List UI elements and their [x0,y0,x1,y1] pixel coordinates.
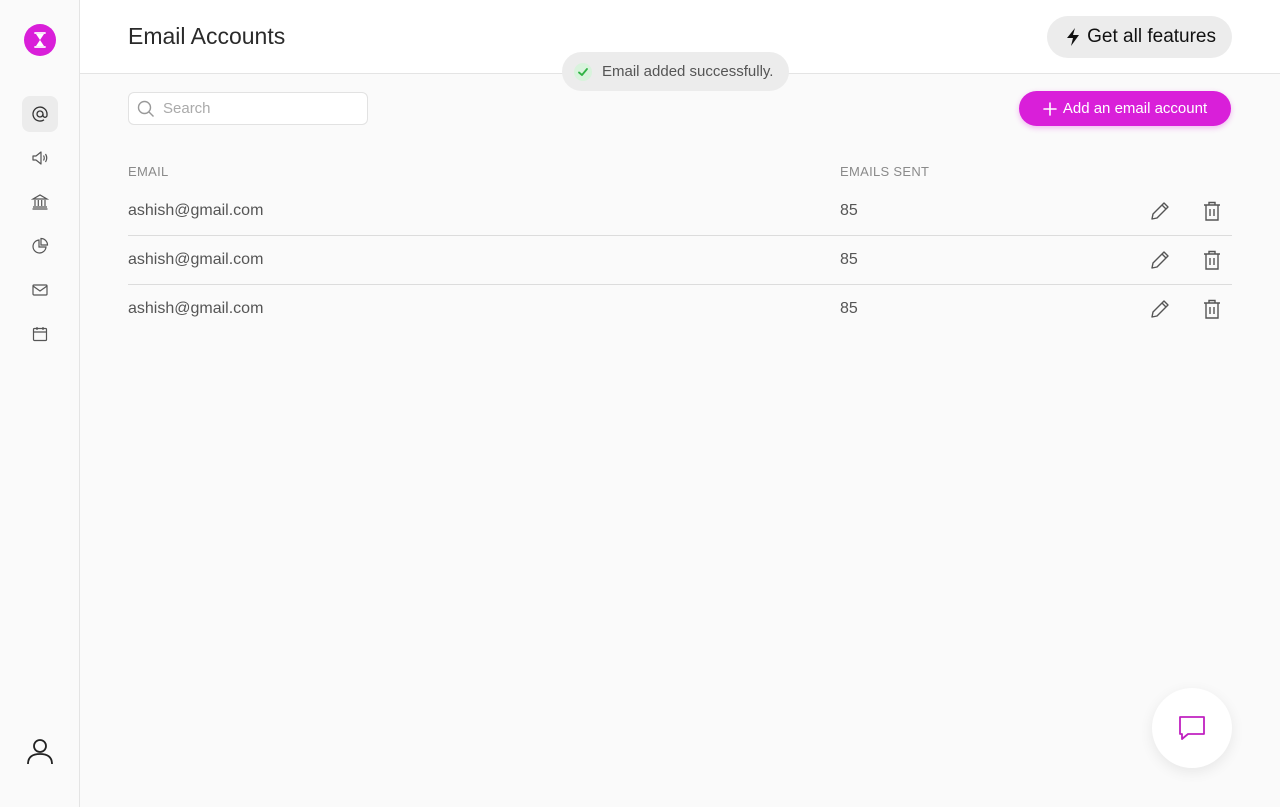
bank-icon [31,194,49,210]
trash-icon [1204,201,1220,221]
page-title: Email Accounts [128,23,286,49]
search-icon [137,100,154,117]
emails-sent-cell: 85 [840,300,858,317]
delete-button[interactable] [1200,199,1224,223]
nav-item-campaigns[interactable] [22,140,58,176]
email-cell: ashish@gmail.com [128,300,264,317]
edit-button[interactable] [1148,199,1172,223]
sidebar [0,0,80,807]
delete-button[interactable] [1200,248,1224,272]
table-row: ashish@gmail.com 85 [128,187,1232,236]
trash-icon [1204,250,1220,270]
calendar-icon [32,327,48,342]
chat-icon [1179,716,1205,740]
app-logo[interactable] [24,24,56,56]
user-icon [27,739,53,765]
get-all-features-label: Get all features [1087,26,1216,47]
table-row: ashish@gmail.com 85 [128,236,1232,285]
plus-icon [1043,101,1057,116]
emails-sent-cell: 85 [840,251,858,268]
emails-sent-cell: 85 [840,202,858,219]
add-email-account-button[interactable]: Add an email account [1019,91,1231,126]
check-icon [574,62,592,81]
pencil-icon [1151,202,1169,220]
chat-button[interactable] [1152,688,1232,768]
email-cell: ashish@gmail.com [128,202,264,219]
pencil-icon [1151,300,1169,318]
edit-button[interactable] [1148,248,1172,272]
pencil-icon [1151,251,1169,269]
search-input[interactable] [163,100,353,117]
megaphone-icon [32,151,48,165]
profile-button[interactable] [24,735,56,767]
nav-item-analytics[interactable] [22,228,58,264]
email-cell: ashish@gmail.com [128,251,264,268]
lightning-icon [1067,28,1080,46]
success-toast: Email added successfully. [562,52,790,91]
nav-item-email-accounts[interactable] [22,96,58,132]
at-icon [32,106,48,122]
nav-item-inbox[interactable] [22,272,58,308]
column-header-emails-sent: EMAILS SENT [840,164,930,179]
get-all-features-button[interactable]: Get all features [1047,16,1232,58]
column-header-email: EMAIL [128,164,169,179]
edit-button[interactable] [1148,297,1172,321]
nav-item-bank[interactable] [22,184,58,220]
delete-button[interactable] [1200,297,1224,321]
search-box[interactable] [128,92,368,125]
pie-chart-icon [32,237,49,254]
add-email-account-label: Add an email account [1062,100,1208,117]
trash-icon [1204,299,1220,319]
nav-item-calendar[interactable] [22,316,58,352]
mail-icon [32,284,48,296]
table-row: ashish@gmail.com 85 [128,285,1232,334]
toast-message: Email added successfully. [602,63,774,80]
hourglass-icon [34,32,46,48]
